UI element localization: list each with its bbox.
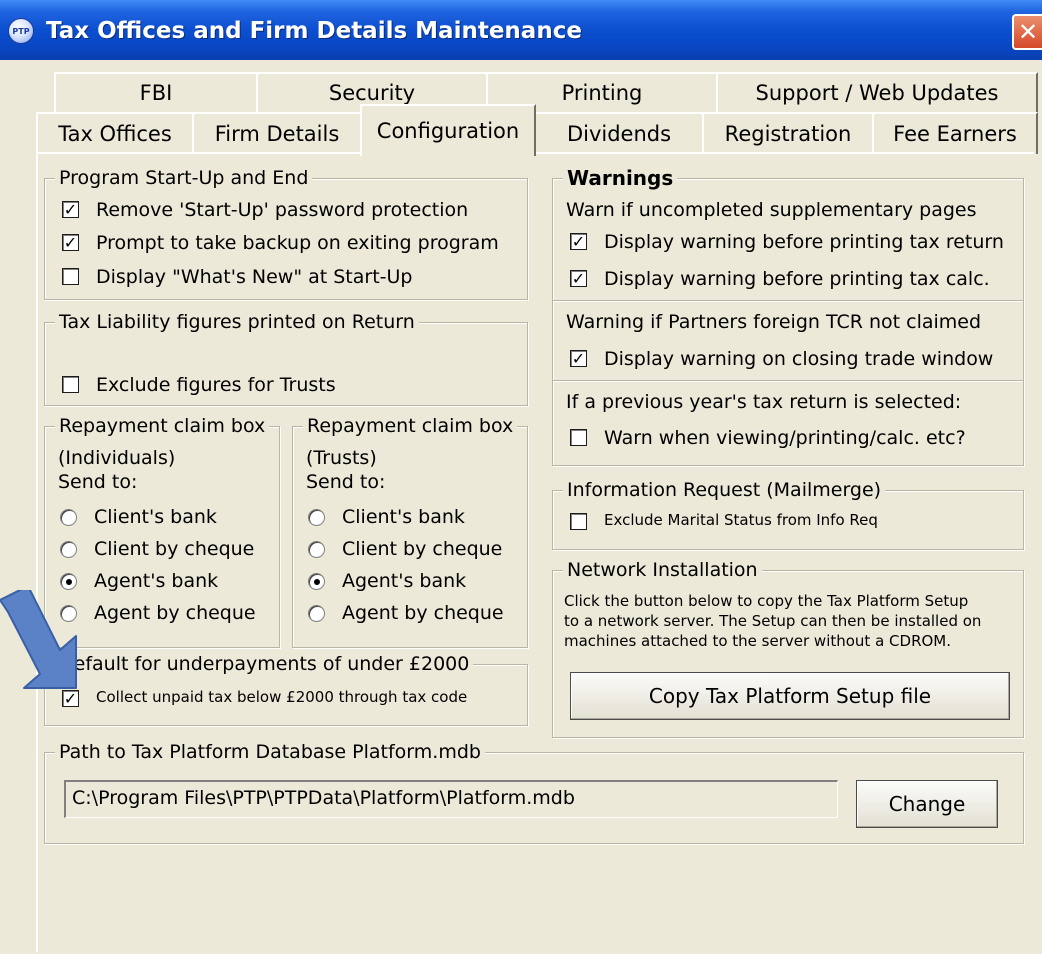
exclude-marital-status-label: Exclude Marital Status from Info Req bbox=[604, 511, 878, 529]
trust-client-cheque-label: Client by cheque bbox=[342, 538, 503, 560]
tab-fee-earners[interactable]: Fee Earners bbox=[872, 112, 1038, 154]
prompt-backup-label: Prompt to take backup on exiting program bbox=[96, 232, 499, 254]
warn-print-return-checkbox[interactable]: ✓ bbox=[570, 233, 587, 250]
tab-tax-offices[interactable]: Tax Offices bbox=[36, 112, 194, 154]
warn-print-calc-label: Display warning before printing tax calc… bbox=[604, 268, 990, 290]
repayment-trusts-subtitle: (Trusts) bbox=[306, 447, 377, 469]
tab-dividends[interactable]: Dividends bbox=[534, 112, 704, 154]
network-description-line-1: Click the button below to copy the Tax P… bbox=[564, 592, 969, 610]
warnings-tcr-heading: Warning if Partners foreign TCR not clai… bbox=[566, 311, 982, 333]
database-path-legend: Path to Tax Platform Database Platform.m… bbox=[55, 740, 485, 764]
exclude-trusts-checkbox[interactable] bbox=[62, 376, 79, 393]
trust-agent-cheque-radio[interactable] bbox=[308, 605, 325, 622]
display-whats-new-label: Display "What's New" at Start-Up bbox=[96, 266, 413, 288]
close-button[interactable]: ✕ bbox=[1012, 14, 1042, 50]
dialog-window: PTP Tax Offices and Firm Details Mainten… bbox=[0, 0, 1042, 954]
network-installation-legend: Network Installation bbox=[563, 558, 762, 582]
ind-clients-bank-radio[interactable] bbox=[60, 509, 77, 526]
trust-clients-bank-radio[interactable] bbox=[308, 509, 325, 526]
tab-configuration[interactable]: Configuration bbox=[360, 104, 536, 156]
ind-clients-bank-label: Client's bank bbox=[94, 506, 217, 528]
tab-registration[interactable]: Registration bbox=[702, 112, 874, 154]
title-bar[interactable]: PTP Tax Offices and Firm Details Mainten… bbox=[0, 0, 1042, 60]
warnings-separator bbox=[553, 380, 1023, 381]
repayment-individuals-legend: Repayment claim box bbox=[55, 414, 270, 438]
trust-agent-cheque-label: Agent by cheque bbox=[342, 602, 504, 624]
info-request-legend: Information Request (Mailmerge) bbox=[563, 478, 886, 502]
collect-unpaid-tax-label: Collect unpaid tax below £2000 through t… bbox=[96, 688, 468, 706]
warn-previous-year-checkbox[interactable] bbox=[570, 429, 587, 446]
ind-agents-bank-label: Agent's bank bbox=[94, 570, 219, 592]
warnings-legend: Warnings bbox=[563, 166, 678, 190]
startup-legend: Program Start-Up and End bbox=[55, 166, 313, 190]
repayment-individuals-send-to: Send to: bbox=[58, 471, 138, 493]
display-whats-new-checkbox[interactable] bbox=[62, 268, 79, 285]
repayment-individuals-subtitle: (Individuals) bbox=[58, 447, 176, 469]
copy-setup-file-button[interactable]: Copy Tax Platform Setup file bbox=[570, 672, 1010, 720]
annotation-arrow-icon bbox=[0, 590, 77, 689]
warn-previous-year-label: Warn when viewing/printing/calc. etc? bbox=[604, 427, 966, 449]
exclude-trusts-label: Exclude figures for Trusts bbox=[96, 374, 336, 396]
warn-print-calc-checkbox[interactable]: ✓ bbox=[570, 270, 587, 287]
remove-startup-password-label: Remove 'Start-Up' password protection bbox=[96, 199, 469, 221]
ind-client-cheque-label: Client by cheque bbox=[94, 538, 255, 560]
trust-client-cheque-radio[interactable] bbox=[308, 541, 325, 558]
network-description-line-3: machines attached to the server without … bbox=[564, 632, 952, 650]
ind-client-cheque-radio[interactable] bbox=[60, 541, 77, 558]
repayment-trusts-legend: Repayment claim box bbox=[303, 414, 518, 438]
change-path-button[interactable]: Change bbox=[856, 780, 998, 828]
warnings-separator bbox=[553, 300, 1023, 301]
warnings-supplementary-heading: Warn if uncompleted supplementary pages bbox=[566, 199, 977, 221]
ind-agents-bank-radio[interactable] bbox=[60, 573, 77, 590]
repayment-trusts-send-to: Send to: bbox=[306, 471, 386, 493]
database-path-field[interactable]: C:\Program Files\PTP\PTPData\Platform\Pl… bbox=[64, 780, 838, 818]
radio-selected-dot bbox=[65, 578, 72, 585]
prompt-backup-checkbox[interactable]: ✓ bbox=[62, 234, 79, 251]
tab-firm-details[interactable]: Firm Details bbox=[192, 112, 362, 154]
warnings-previous-year-heading: If a previous year's tax return is selec… bbox=[566, 391, 962, 413]
tab-support-web-updates[interactable]: Support / Web Updates bbox=[716, 72, 1038, 112]
trust-clients-bank-label: Client's bank bbox=[342, 506, 465, 528]
tax-liability-legend: Tax Liability figures printed on Return bbox=[55, 310, 419, 334]
ind-agent-cheque-label: Agent by cheque bbox=[94, 602, 256, 624]
network-description-line-2: to a network server. The Setup can then … bbox=[564, 612, 982, 630]
tab-fbi[interactable]: FBI bbox=[54, 72, 258, 112]
warn-print-return-label: Display warning before printing tax retu… bbox=[604, 231, 1004, 253]
window-title: Tax Offices and Firm Details Maintenance bbox=[46, 18, 582, 44]
radio-selected-dot bbox=[313, 578, 320, 585]
trust-agents-bank-label: Agent's bank bbox=[342, 570, 467, 592]
ptp-app-icon: PTP bbox=[8, 18, 34, 44]
warn-trade-window-checkbox[interactable]: ✓ bbox=[570, 350, 587, 367]
underpayments-legend: Default for underpayments of under £2000 bbox=[55, 652, 474, 676]
close-icon: ✕ bbox=[1017, 18, 1039, 46]
trust-agents-bank-radio[interactable] bbox=[308, 573, 325, 590]
collect-unpaid-tax-checkbox[interactable]: ✓ bbox=[62, 690, 79, 707]
remove-startup-password-checkbox[interactable]: ✓ bbox=[62, 201, 79, 218]
warn-trade-window-label: Display warning on closing trade window bbox=[604, 348, 994, 370]
exclude-marital-status-checkbox[interactable] bbox=[570, 513, 587, 530]
